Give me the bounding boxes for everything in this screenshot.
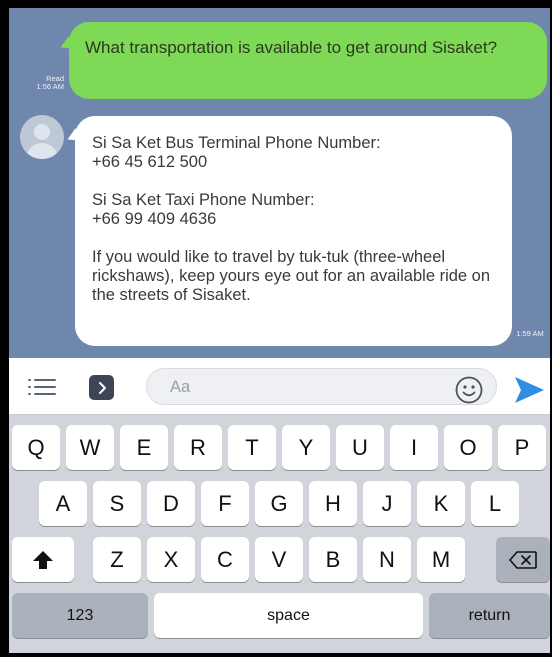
key-p[interactable]: p [498, 425, 546, 470]
space-key[interactable]: space [154, 593, 423, 638]
key-l[interactable]: l [471, 481, 519, 526]
backspace-key[interactable] [496, 537, 550, 582]
key-t[interactable]: t [228, 425, 276, 470]
incoming-paragraph-tuktuk: If you would like to travel by tuk-tuk (… [92, 248, 491, 304]
outgoing-message-time: 1:56 AM [36, 82, 64, 91]
key-v[interactable]: v [255, 537, 303, 582]
menu-icon-line [34, 393, 56, 395]
key-z[interactable]: z [93, 537, 141, 582]
menu-icon[interactable] [28, 377, 56, 397]
chevron-right-icon [98, 381, 106, 394]
key-r[interactable]: r [174, 425, 222, 470]
avatar-shoulders [26, 143, 58, 159]
incoming-paragraph-bus: Si Sa Ket Bus Terminal Phone Number: +66… [92, 134, 381, 171]
key-a[interactable]: a [39, 481, 87, 526]
key-s[interactable]: s [93, 481, 141, 526]
menu-icon-line [34, 379, 56, 381]
key-u[interactable]: u [336, 425, 384, 470]
key-h[interactable]: h [309, 481, 357, 526]
menu-icon-dot [28, 379, 31, 381]
menu-icon-dot [28, 393, 31, 395]
incoming-message-time: 1:59 AM [516, 329, 544, 338]
return-key[interactable]: return [429, 593, 550, 638]
expand-button[interactable] [89, 375, 114, 400]
key-d[interactable]: d [147, 481, 195, 526]
chat-area[interactable]: What transportation is available to get … [9, 8, 550, 358]
key-w[interactable]: w [66, 425, 114, 470]
contact-avatar[interactable] [20, 115, 64, 159]
numbers-key[interactable]: 123 [12, 593, 148, 638]
key-y[interactable]: y [282, 425, 330, 470]
key-j[interactable]: j [363, 481, 411, 526]
key-f[interactable]: f [201, 481, 249, 526]
message-input[interactable]: Aa [146, 368, 497, 405]
emoji-icon[interactable] [454, 375, 484, 405]
key-b[interactable]: b [309, 537, 357, 582]
avatar-head [34, 124, 50, 140]
key-e[interactable]: e [120, 425, 168, 470]
key-o[interactable]: o [444, 425, 492, 470]
send-icon[interactable] [512, 375, 546, 405]
key-x[interactable]: x [147, 537, 195, 582]
key-c[interactable]: c [201, 537, 249, 582]
read-receipt: Read 1:56 AM [22, 75, 64, 91]
menu-icon-line [34, 386, 56, 388]
message-input-placeholder: Aa [170, 378, 191, 396]
shift-key[interactable] [12, 537, 74, 582]
key-n[interactable]: n [363, 537, 411, 582]
key-g[interactable]: g [255, 481, 303, 526]
outgoing-message-text: What transportation is available to get … [85, 38, 498, 57]
key-i[interactable]: i [390, 425, 438, 470]
outgoing-message-bubble[interactable]: What transportation is available to get … [69, 22, 547, 99]
backspace-icon [509, 550, 537, 569]
key-m[interactable]: m [417, 537, 465, 582]
app-frame: What transportation is available to get … [9, 8, 550, 653]
incoming-paragraph-taxi: Si Sa Ket Taxi Phone Number: +66 99 409 … [92, 191, 315, 228]
keyboard: q w e r t y u i o p a s d f g h j k l z … [9, 415, 550, 653]
key-q[interactable]: q [12, 425, 60, 470]
key-k[interactable]: k [417, 481, 465, 526]
shift-arrow-icon [33, 550, 53, 569]
incoming-message-bubble[interactable]: Si Sa Ket Bus Terminal Phone Number: +66… [75, 116, 512, 346]
message-input-bar: Aa [9, 358, 550, 415]
menu-icon-dot [28, 386, 31, 388]
